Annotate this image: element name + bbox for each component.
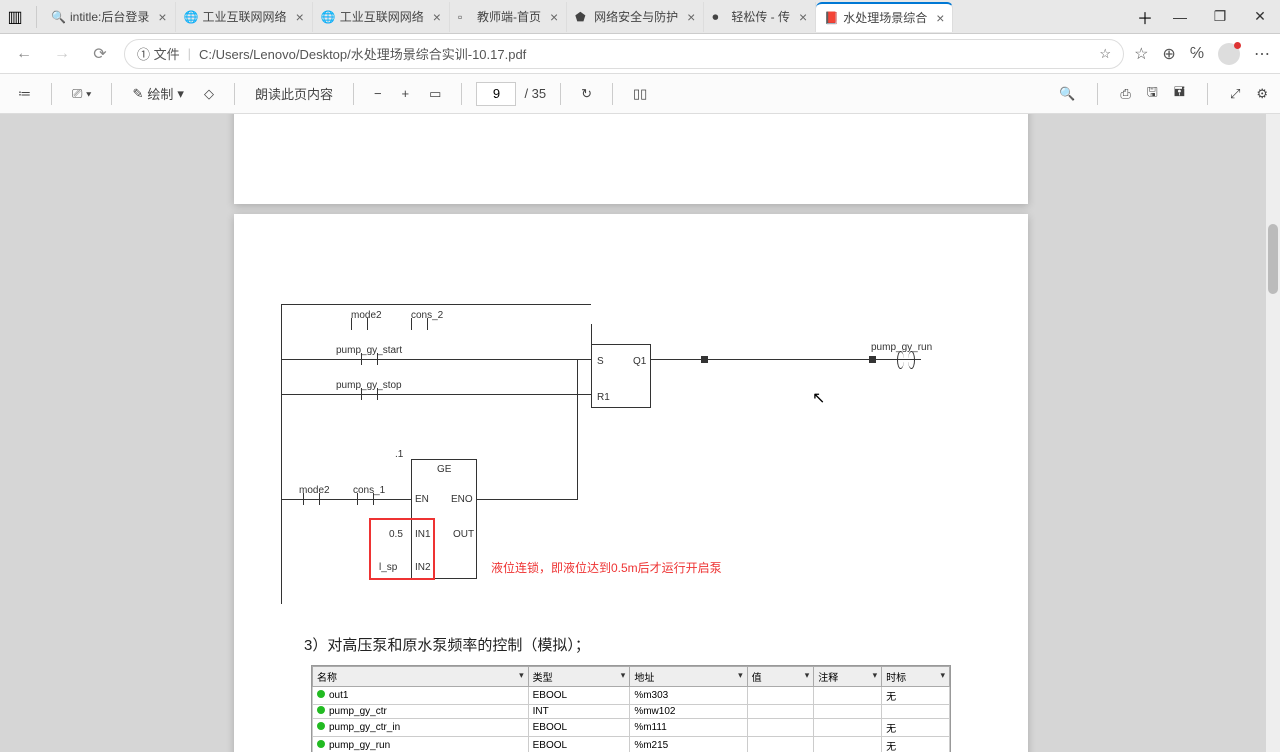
print-icon[interactable]: ⎙ <box>1120 86 1130 102</box>
table-row[interactable]: pump_gy_ctr_inEBOOL%m111无 <box>313 719 950 737</box>
pdf-page-prev <box>234 114 1028 204</box>
browser-tab[interactable]: 🔍 intitle:后台登录 × <box>43 2 176 32</box>
extensions-icon[interactable]: ℅ <box>1190 45 1204 63</box>
fullscreen-icon[interactable]: ⤢ <box>1230 86 1240 102</box>
url-path: C:/Users/Lenovo/Desktop/水处理场景综合实训-10.17.… <box>199 44 526 63</box>
star-icon[interactable]: ☆ <box>1099 46 1111 62</box>
favorites-icon[interactable]: ☆ <box>1134 44 1148 64</box>
ladder-diagram: mode2 cons_2 pump_gy_start pump_gy_stop … <box>281 304 981 614</box>
browser-tab[interactable]: 📕 水处理场景综合 × <box>816 2 953 32</box>
table-header[interactable]: 类型▾ <box>528 667 630 687</box>
tab-favicon: 🔍 <box>51 10 65 24</box>
tab-strip: 🔍 intitle:后台登录 × 🌐 工业互联网网络 × 🌐 工业互联网网络 × ▫ 教师端-首页 ×… <box>43 0 1130 34</box>
tab-label: 工业互联网网络 <box>203 8 287 25</box>
settings-icon[interactable]: ⚙ <box>1256 86 1268 102</box>
tab-favicon: ⏺ <box>712 10 726 24</box>
url-prefix: ① 文件 <box>137 44 180 63</box>
search-icon[interactable]: 🔍 <box>1059 86 1075 102</box>
browser-tab[interactable]: ⬟ 网络安全与防护 × <box>567 2 704 32</box>
read-aloud-button[interactable]: 朗读此页内容 <box>249 80 339 107</box>
zoom-out-button[interactable]: − <box>368 82 388 105</box>
tab-label: 工业互联网网络 <box>340 8 424 25</box>
tab-favicon: 🌐 <box>321 10 335 24</box>
menu-icon[interactable]: ⋯ <box>1254 44 1270 64</box>
fit-icon[interactable]: ▭ <box>423 82 447 106</box>
highlight-icon[interactable]: ⎚ ▾ <box>66 82 97 106</box>
browser-tab[interactable]: 🌐 工业互联网网络 × <box>176 2 313 32</box>
save-icon[interactable]: 🖫 <box>1147 83 1158 105</box>
new-tab-button[interactable]: ＋ <box>1134 6 1156 28</box>
url-box[interactable]: ① 文件 | C:/Users/Lenovo/Desktop/水处理场景综合实训… <box>124 39 1124 69</box>
table-row[interactable]: pump_gy_runEBOOL%m215无 <box>313 737 950 752</box>
refresh-button[interactable]: ⟳ <box>86 40 114 68</box>
diagram-note: 液位连锁，即液位达到0.5m后才运行开启泵 <box>491 559 722 576</box>
page-total: / 35 <box>524 86 546 101</box>
save-as-icon[interactable]: 🖬 <box>1174 83 1185 105</box>
pdf-toolbar: ≔ ⎚ ▾ ✎ 绘制 ▾ ◇ 朗读此页内容 − + ▭ / 35 ↻ ▯▯ 🔍 … <box>0 74 1280 114</box>
section-heading: 3）对高压泵和原水泵频率的控制（模拟）； <box>304 634 1008 655</box>
browser-tab[interactable]: ⏺ 轻松传 - 传 × <box>704 2 816 32</box>
tab-label: intitle:后台登录 <box>70 8 149 25</box>
profile-avatar[interactable] <box>1218 43 1240 65</box>
draw-button[interactable]: ✎ 绘制 ▾ <box>126 80 189 107</box>
contents-icon[interactable]: ≔ <box>12 82 37 106</box>
maximize-button[interactable]: ❐ <box>1200 0 1240 34</box>
tab-favicon: ▫ <box>458 10 472 24</box>
highlight-box <box>369 518 435 580</box>
tab-label: 网络安全与防护 <box>594 8 678 25</box>
minimize-button[interactable]: — <box>1160 0 1200 34</box>
close-window-button[interactable]: ✕ <box>1240 0 1280 34</box>
titlebar: ▥ 🔍 intitle:后台登录 × 🌐 工业互联网网络 × 🌐 工业互联网网络 × ▫ 教师端-首… <box>0 0 1280 34</box>
scrollbar[interactable] <box>1266 114 1280 752</box>
tab-favicon: ⬟ <box>575 10 589 24</box>
collections-icon[interactable]: ⊕ <box>1162 44 1175 64</box>
tab-actions-icon[interactable]: ▥ <box>4 6 26 28</box>
page-view-icon[interactable]: ▯▯ <box>627 82 653 106</box>
tab-close-icon[interactable]: × <box>433 9 441 25</box>
address-bar: ← → ⟳ ① 文件 | C:/Users/Lenovo/Desktop/水处理… <box>0 34 1280 74</box>
tab-close-icon[interactable]: × <box>936 10 944 26</box>
variable-table: 名称▾类型▾地址▾值▾注释▾时标▾ out1EBOOL%m303无pump_gy… <box>311 665 951 752</box>
browser-tab[interactable]: ▫ 教师端-首页 × <box>450 2 567 32</box>
tab-close-icon[interactable]: × <box>799 9 807 25</box>
erase-icon[interactable]: ◇ <box>198 82 220 106</box>
table-header[interactable]: 注释▾ <box>814 667 882 687</box>
table-row[interactable]: out1EBOOL%m303无 <box>313 687 950 705</box>
table-header[interactable]: 地址▾ <box>630 667 747 687</box>
window-controls: — ❐ ✕ <box>1160 0 1280 34</box>
table-header[interactable]: 名称▾ <box>313 667 529 687</box>
tab-favicon: 🌐 <box>184 10 198 24</box>
tab-favicon: 📕 <box>824 11 838 25</box>
pdf-viewer[interactable]: mode2 cons_2 pump_gy_start pump_gy_stop … <box>0 114 1280 752</box>
tab-close-icon[interactable]: × <box>158 9 166 25</box>
back-button[interactable]: ← <box>10 40 38 68</box>
tab-label: 轻松传 - 传 <box>731 8 790 25</box>
browser-tab[interactable]: 🌐 工业互联网网络 × <box>313 2 450 32</box>
tab-close-icon[interactable]: × <box>296 9 304 25</box>
tab-label: 水处理场景综合 <box>843 9 927 26</box>
table-row[interactable]: pump_gy_ctrINT%mw102 <box>313 705 950 719</box>
table-header[interactable]: 时标▾ <box>882 667 950 687</box>
tab-label: 教师端-首页 <box>477 8 541 25</box>
table-header[interactable]: 值▾ <box>747 667 814 687</box>
tab-close-icon[interactable]: × <box>550 9 558 25</box>
forward-button: → <box>48 40 76 68</box>
page-number-input[interactable] <box>476 82 516 106</box>
rotate-icon[interactable]: ↻ <box>575 82 598 106</box>
scrollbar-thumb[interactable] <box>1268 224 1278 294</box>
pdf-page: mode2 cons_2 pump_gy_start pump_gy_stop … <box>234 214 1028 752</box>
tab-close-icon[interactable]: × <box>687 9 695 25</box>
zoom-in-button[interactable]: + <box>396 82 416 105</box>
